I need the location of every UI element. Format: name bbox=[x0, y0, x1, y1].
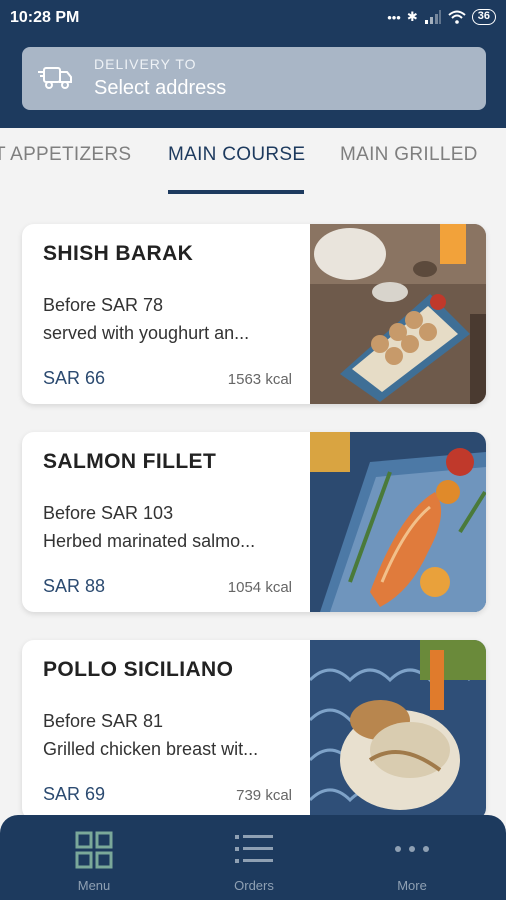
item-name: SALMON FILLET bbox=[43, 450, 217, 473]
item-calories: 739 kcal bbox=[236, 787, 292, 804]
bottom-navigation: Menu Orders More bbox=[0, 815, 506, 900]
nav-more-label: More bbox=[397, 878, 427, 893]
wifi-icon bbox=[448, 10, 466, 24]
item-name: SHISH BARAK bbox=[43, 242, 194, 265]
item-photo bbox=[310, 432, 486, 612]
delivery-label: DELIVERY TO bbox=[94, 56, 197, 72]
battery-icon: 36 bbox=[471, 9, 496, 25]
status-icons: ••• ✱ 36 bbox=[387, 9, 496, 25]
item-old-price: Before SAR 103 bbox=[43, 503, 174, 523]
nav-orders-label: Orders bbox=[234, 878, 274, 893]
item-photo bbox=[310, 640, 486, 820]
item-calories: 1054 kcal bbox=[227, 579, 292, 596]
active-tab-indicator bbox=[168, 190, 304, 194]
item-description: served with youghurt an... bbox=[43, 323, 250, 343]
menu-item-card[interactable]: POLLO SICILIANO Before SAR 81 Grilled ch… bbox=[22, 640, 486, 820]
category-tabs: T APPETIZERS MAIN COURSE MAIN GRILLED bbox=[0, 128, 506, 198]
notification-dots-icon: ••• bbox=[387, 9, 401, 25]
item-price: SAR 88 bbox=[43, 576, 106, 596]
item-old-price: Before SAR 78 bbox=[43, 295, 164, 315]
grid-icon bbox=[75, 831, 113, 869]
item-photo bbox=[310, 224, 486, 404]
status-bar: 10:28 PM ••• ✱ 36 bbox=[0, 0, 506, 36]
item-calories: 1563 kcal bbox=[227, 371, 292, 388]
nav-menu-label: Menu bbox=[77, 878, 111, 893]
item-price: SAR 69 bbox=[43, 784, 106, 804]
tab-main-grilled[interactable]: MAIN GRILLED bbox=[340, 144, 478, 166]
bluetooth-icon: ✱ bbox=[406, 9, 418, 24]
menu-item-card[interactable]: SHISH BARAK Before SAR 78 served with yo… bbox=[22, 224, 486, 404]
delivery-truck-icon bbox=[38, 67, 72, 89]
status-time: 10:28 PM bbox=[10, 9, 80, 26]
tab-appetizers[interactable]: T APPETIZERS bbox=[0, 144, 131, 166]
menu-item-card[interactable]: SALMON FILLET Before SAR 103 Herbed mari… bbox=[22, 432, 486, 612]
nav-more[interactable]: More bbox=[328, 815, 496, 900]
nav-orders[interactable]: Orders bbox=[170, 815, 338, 900]
more-dots-icon bbox=[395, 846, 429, 852]
item-old-price: Before SAR 81 bbox=[43, 711, 164, 731]
item-description: Grilled chicken breast wit... bbox=[43, 739, 259, 759]
app-header: 10:28 PM ••• ✱ 36 DELIVERY TO Select add… bbox=[0, 0, 506, 128]
item-name: POLLO SICILIANO bbox=[43, 658, 234, 681]
delivery-address-value: Select address bbox=[94, 77, 227, 99]
tab-main-course[interactable]: MAIN COURSE bbox=[168, 144, 305, 166]
nav-menu[interactable]: Menu bbox=[10, 815, 178, 900]
signal-icon bbox=[424, 10, 441, 24]
list-icon bbox=[235, 835, 273, 863]
item-description: Herbed marinated salmo... bbox=[43, 531, 256, 551]
delivery-address-selector[interactable]: DELIVERY TO Select address bbox=[22, 47, 486, 110]
item-price: SAR 66 bbox=[43, 368, 106, 388]
